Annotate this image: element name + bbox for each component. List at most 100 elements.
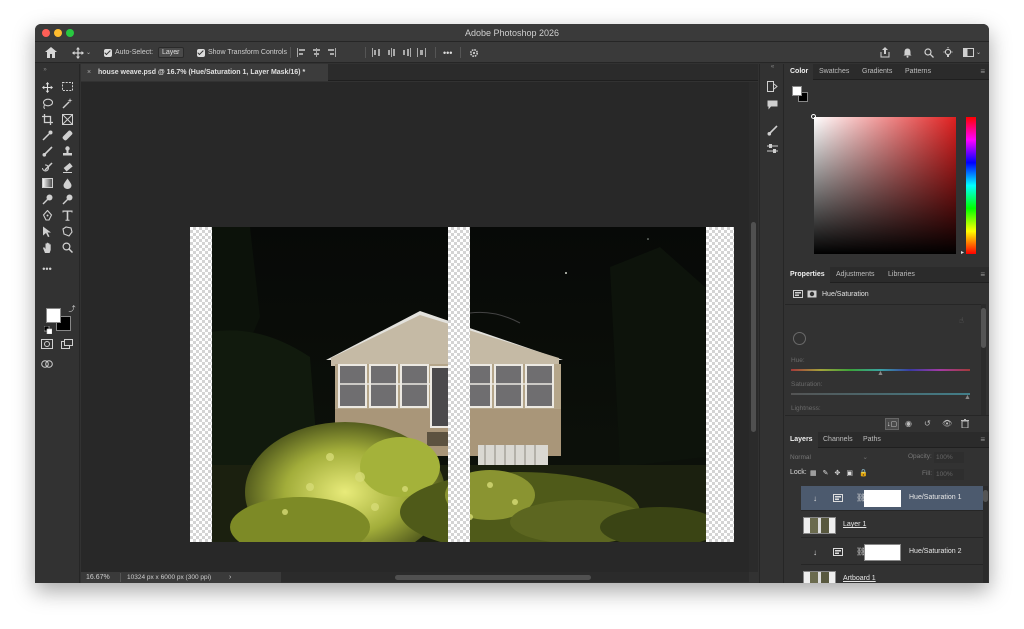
layers-scrollbar[interactable] [983,486,988,583]
layer-name[interactable]: Artboard 1 [843,575,876,582]
blend-mode-select[interactable]: Normal ⌄ [790,452,870,463]
distribute-spacing-icon[interactable] [417,48,426,57]
fill-input[interactable]: 100% [934,469,964,480]
layer-mask-thumbnail[interactable] [864,490,901,507]
tab-layers[interactable]: Layers [785,432,818,448]
quick-mask-icon[interactable] [40,339,54,351]
marquee-tool-icon[interactable] [60,82,74,94]
checkbox-icon[interactable] [197,48,205,57]
notifications-bell-icon[interactable] [903,46,912,59]
discover-lightbulb-icon[interactable] [943,46,953,59]
on-image-adjust-icon[interactable] [793,332,806,345]
blur-tool-icon[interactable] [60,178,74,190]
align-right-icon[interactable] [327,48,336,57]
frame-tool-icon[interactable] [60,114,74,126]
visibility-toggle[interactable] [785,567,801,583]
align-left-icon[interactable] [297,48,306,57]
close-tab-icon[interactable]: × [87,64,91,81]
adjustments-panel-icon[interactable] [766,144,779,156]
auto-select-dropdown[interactable]: Layer ⌄ [158,46,184,59]
view-previous-state-icon[interactable]: ◉ [905,419,912,428]
screen-mode-icon[interactable] [60,339,74,351]
chevron-down-icon[interactable]: ⌄ [976,49,981,56]
tab-libraries[interactable]: Libraries [883,267,920,283]
tab-adjustments[interactable]: Adjustments [831,267,880,283]
saturation-slider-track[interactable] [791,393,970,395]
tab-paths[interactable]: Paths [858,432,886,448]
checkbox-icon[interactable] [104,48,112,57]
tab-color[interactable]: Color [785,64,814,80]
move-tool-icon[interactable] [40,82,54,94]
eraser-tool-icon[interactable] [60,162,74,174]
layer-row-artboard-1[interactable]: Artboard 1 [801,567,983,583]
color-field[interactable] [811,114,956,254]
document-image[interactable] [190,227,734,542]
scrollbar-thumb[interactable] [751,222,756,432]
panel-menu-icon[interactable]: ≡ [980,435,985,444]
lock-transparent-icon[interactable]: ▦ [810,469,817,477]
layer-row-hue-saturation-2[interactable]: ↓ ⛓ Hue/Saturation 2 [801,540,983,565]
chevron-down-icon[interactable]: ⌄ [86,49,91,56]
hue-slider-thumb[interactable]: ▲ [877,370,884,377]
tab-swatches[interactable]: Swatches [814,64,854,80]
eyedropper-tool-icon[interactable] [40,130,54,142]
custom-shape-icon[interactable] [60,226,74,238]
lock-position-icon[interactable]: ✥ [835,469,841,477]
zoom-level[interactable]: 16.67% [86,572,110,583]
hand-tool-icon[interactable] [40,242,54,254]
reset-icon[interactable]: ↺ [924,419,931,428]
brush-settings-icon[interactable] [766,125,779,137]
dodge-tool-icon[interactable] [40,194,54,206]
layer-row-layer-1[interactable]: Layer 1 [801,513,983,538]
tab-gradients[interactable]: Gradients [857,64,897,80]
share-icon[interactable] [880,46,890,59]
swap-colors-icon[interactable]: ⤴ [65,304,79,316]
layer-name[interactable]: Layer 1 [843,521,866,528]
visibility-toggle[interactable] [785,513,801,538]
home-icon[interactable] [45,46,57,59]
clip-to-layer-icon[interactable]: ↓▢ [885,418,899,430]
status-menu-arrow[interactable]: › [229,572,231,583]
search-icon[interactable] [924,46,934,59]
distribute-left-icon[interactable] [372,48,381,57]
smudge-tool-icon[interactable] [60,194,74,206]
visibility-eye-icon[interactable]: 👁 [942,419,952,428]
saturation-slider-thumb[interactable]: ▲ [964,394,971,401]
layer-name[interactable]: Hue/Saturation 2 [909,548,962,555]
scrollbar-thumb[interactable] [395,575,591,580]
opacity-input[interactable]: 100% [934,452,964,463]
zoom-tool-icon[interactable] [60,242,74,254]
crop-tool-icon[interactable] [40,114,54,126]
pen-tool-icon[interactable] [40,209,54,222]
path-selection-icon[interactable] [40,226,54,238]
lasso-tool-icon[interactable] [40,98,54,110]
gear-icon[interactable] [469,46,479,59]
collapse-panel-icon[interactable]: « [766,64,779,76]
auto-select-checkbox[interactable]: Auto-Select: [104,46,153,59]
edit-toolbar-icon[interactable]: ••• [40,263,54,275]
hue-slider-handle[interactable]: ▸ [961,249,964,256]
default-colors-icon[interactable] [41,325,55,337]
trash-icon[interactable] [961,419,969,430]
layer-thumbnail[interactable] [803,571,836,583]
canvas-area[interactable] [81,82,749,572]
panel-menu-icon[interactable]: ≡ [980,270,985,279]
scrollbar-thumb[interactable] [983,490,988,502]
move-tool-icon[interactable]: ⌄ [72,46,91,59]
show-transform-checkbox[interactable]: Show Transform Controls [197,46,287,59]
collapse-panel-icon[interactable]: » [38,64,52,76]
history-panel-icon[interactable] [766,81,779,93]
document-tab[interactable]: × house weave.psd @ 16.7% (Hue/Saturatio… [81,64,328,81]
brush-tool-icon[interactable] [40,146,54,158]
lock-all-icon[interactable]: 🔒 [859,469,868,477]
vertical-scrollbar[interactable] [749,82,758,572]
content-aware-icon[interactable] [40,359,54,371]
properties-scrollbar[interactable] [981,304,986,416]
lock-artboard-icon[interactable]: ▣ [846,469,853,477]
color-picker-marker[interactable] [811,114,816,119]
distribute-center-icon[interactable] [387,48,396,57]
distribute-right-icon[interactable] [402,48,411,57]
comments-panel-icon[interactable] [766,100,779,112]
clone-stamp-icon[interactable] [60,146,74,158]
scrollbar-thumb[interactable] [981,308,986,348]
